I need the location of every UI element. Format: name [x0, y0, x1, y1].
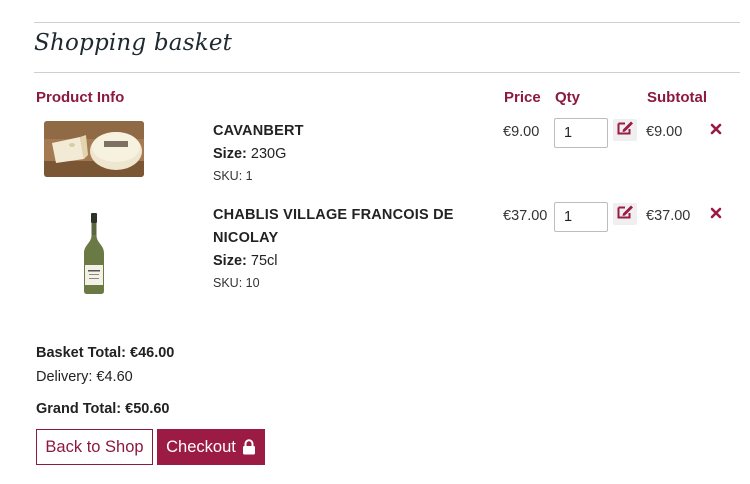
product-size: Size: 230G [213, 146, 286, 162]
product-image-cheese[interactable] [44, 121, 144, 177]
product-sku: SKU: 1 [213, 169, 253, 183]
product-size-value: 230G [250, 146, 287, 162]
close-icon [710, 206, 722, 224]
delivery-cost: Delivery: €4.60 [36, 369, 133, 385]
grand-total: Grand Total: €50.60 [36, 401, 170, 417]
remove-item-button[interactable] [709, 122, 723, 140]
lock-icon [242, 439, 256, 455]
product-size-label: Size: [213, 253, 247, 269]
column-header-subtotal: Subtotal [647, 89, 707, 106]
product-name-line: NICOLAY [213, 230, 279, 246]
product-name[interactable]: CAVANBERT [213, 120, 304, 143]
item-price: €9.00 [503, 124, 540, 140]
product-name-line: CHABLIS VILLAGE FRANCOIS DE [213, 207, 454, 223]
top-divider [34, 22, 740, 23]
item-subtotal: €9.00 [646, 124, 683, 140]
update-quantity-button[interactable] [613, 203, 637, 225]
close-icon [710, 122, 722, 140]
edit-icon [617, 204, 634, 224]
header-divider [34, 72, 740, 73]
quantity-input[interactable] [554, 202, 608, 232]
basket-total: Basket Total: €46.00 [36, 345, 175, 361]
product-name[interactable]: CHABLIS VILLAGE FRANCOIS DE NICOLAY [213, 204, 454, 250]
column-header-price: Price [504, 89, 541, 106]
product-size-label: Size: [213, 146, 247, 162]
quantity-input[interactable] [554, 118, 608, 148]
checkout-button-label: Checkout [166, 437, 236, 456]
edit-icon [617, 120, 634, 140]
remove-item-button[interactable] [709, 206, 723, 224]
checkout-button[interactable]: Checkout [157, 429, 265, 465]
product-size: Size: 75cl [213, 253, 277, 269]
back-to-shop-button[interactable]: Back to Shop [36, 429, 153, 465]
column-header-qty: Qty [555, 89, 581, 106]
update-quantity-button[interactable] [613, 119, 637, 141]
item-subtotal: €37.00 [646, 208, 691, 224]
product-image-wine[interactable] [80, 213, 108, 295]
column-header-product-info: Product Info [36, 89, 125, 106]
page-title: Shopping basket [34, 30, 233, 56]
product-size-value: 75cl [250, 253, 278, 269]
item-price: €37.00 [503, 208, 548, 224]
product-sku: SKU: 10 [213, 276, 260, 290]
